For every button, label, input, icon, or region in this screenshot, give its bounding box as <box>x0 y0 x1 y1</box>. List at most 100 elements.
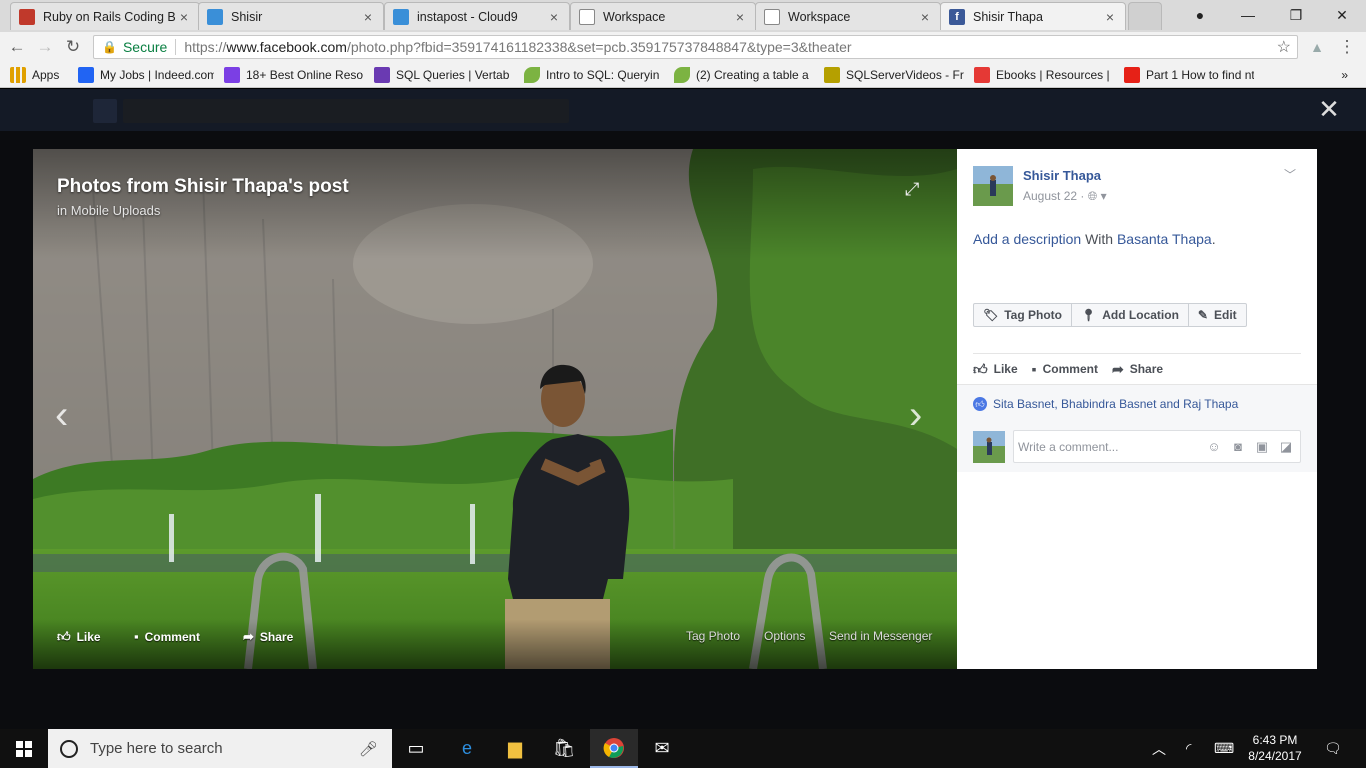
tray-chevron-icon[interactable]: ︿ <box>1152 729 1166 768</box>
photo-album-link[interactable]: in Mobile Uploads <box>57 203 160 218</box>
minimize-button[interactable]: — <box>1228 4 1268 26</box>
comment-input[interactable]: Write a comment... ☺ ◙ ▣ ◪ <box>1013 430 1301 463</box>
secure-label: Secure <box>122 39 168 55</box>
tab-ruby-on-rails[interactable]: Ruby on Rails Coding B × <box>10 2 200 30</box>
previous-photo-icon[interactable]: ‹ <box>55 393 68 438</box>
bookmark-sqlservervideos[interactable]: SQLServerVideos - Fr <box>824 66 964 83</box>
photo-share-button[interactable]: ➦ Share <box>243 629 293 645</box>
reload-icon[interactable]: ↻ <box>62 37 84 57</box>
like-button[interactable]: 👍︎ Like <box>973 361 1018 377</box>
bookmark-label: Intro to SQL: Queryin <box>546 67 660 82</box>
windows-taskbar: Type here to search 🎤︎ ▭ e ▆ 🛍︎ ✉ ︿ ◜ ⌨ … <box>0 729 1366 768</box>
likers-summary[interactable]: 👍︎ Sita Basnet, Bhabindra Basnet and Raj … <box>973 397 1238 411</box>
search-placeholder: Type here to search <box>90 740 223 757</box>
apps-grid-icon <box>10 66 26 83</box>
system-clock[interactable]: 6:43 PM 8/24/2017 <box>1240 732 1310 764</box>
extension-icon[interactable]: ▲ <box>1306 37 1328 57</box>
edit-button[interactable]: ✎ Edit <box>1189 304 1246 326</box>
add-description-link[interactable]: Add a description <box>973 231 1081 247</box>
send-in-messenger-button[interactable]: Send in Messenger <box>829 629 932 643</box>
close-icon[interactable]: × <box>1103 9 1117 25</box>
location-pin-icon: 📍︎ <box>1081 308 1097 322</box>
profile-icon[interactable]: ● <box>1180 4 1220 26</box>
tab-shisir-thapa[interactable]: f Shisir Thapa × <box>940 2 1126 30</box>
window-close-button[interactable]: ✕ <box>1322 4 1362 26</box>
close-icon[interactable]: × <box>733 9 747 25</box>
period: . <box>1211 231 1216 247</box>
more-bookmarks-icon[interactable]: » <box>1341 68 1348 82</box>
emoji-icon[interactable]: ☺ <box>1206 439 1222 455</box>
bookmark-label: SQL Queries | Vertab <box>396 67 510 82</box>
bookmark-ebooks[interactable]: Ebooks | Resources | <box>974 66 1114 83</box>
camera-icon[interactable]: ◙ <box>1230 439 1246 455</box>
menu-icon[interactable]: ⋮ <box>1336 37 1358 57</box>
add-location-button[interactable]: 📍︎ Add Location <box>1072 304 1189 326</box>
bookmark-label: My Jobs | Indeed.com <box>100 67 214 82</box>
tab-instapost[interactable]: instapost - Cloud9 × <box>384 2 570 30</box>
chrome-icon[interactable] <box>590 729 638 768</box>
divider <box>973 353 1301 354</box>
wifi-icon[interactable]: ◜ <box>1186 729 1191 768</box>
notifications-icon[interactable]: 🗨︎ <box>1324 729 1342 768</box>
bookmark-star-icon[interactable]: ☆ <box>1277 37 1291 57</box>
tab-shisir[interactable]: Shisir × <box>198 2 384 30</box>
close-icon[interactable]: × <box>177 9 191 25</box>
author-name-link[interactable]: Shisir Thapa <box>1023 168 1101 183</box>
bookmark-sql-queries[interactable]: SQL Queries | Vertab <box>374 66 514 83</box>
bookmark-indeed[interactable]: My Jobs | Indeed.com <box>78 66 214 83</box>
tab-strip: Ruby on Rails Coding B × Shisir × instap… <box>0 0 1366 32</box>
photo-options-button[interactable]: Options <box>764 629 805 643</box>
like-label: Like <box>76 630 101 644</box>
bookmark-creating-table[interactable]: (2) Creating a table a <box>674 66 814 83</box>
back-icon[interactable]: ← <box>6 37 28 57</box>
taskbar-search[interactable]: Type here to search 🎤︎ <box>48 729 392 768</box>
post-date[interactable]: August 22 · 🌐︎ ▾ <box>1023 189 1107 204</box>
tag-photo-button[interactable]: 🏷︎ Tag Photo <box>974 304 1073 326</box>
file-explorer-icon[interactable]: ▆ <box>491 729 539 768</box>
keyboard-icon[interactable]: ⌨ <box>1214 729 1234 768</box>
cortana-icon <box>60 739 78 758</box>
share-button[interactable]: ➦ Share <box>1112 361 1163 377</box>
next-photo-icon[interactable]: › <box>909 393 922 438</box>
bookmark-apps[interactable]: Apps <box>10 66 68 83</box>
sticker-icon[interactable]: ◪ <box>1278 439 1294 455</box>
lock-icon: 🔒 <box>102 40 117 54</box>
microphone-icon[interactable]: 🎤︎ <box>359 740 378 758</box>
tab-workspace-1[interactable]: Workspace × <box>570 2 756 30</box>
task-view-icon[interactable]: ▭ <box>392 729 440 768</box>
photo-like-button[interactable]: 👍︎ Like <box>57 629 101 645</box>
close-theater-icon[interactable]: ✕ <box>1316 96 1342 122</box>
indeed-icon <box>78 66 94 83</box>
close-icon[interactable]: × <box>918 9 932 25</box>
close-icon[interactable]: × <box>547 9 561 25</box>
forward-icon[interactable]: → <box>34 37 56 57</box>
bookmark-label: (2) Creating a table a <box>696 67 809 82</box>
fullscreen-icon[interactable]: ⤢ <box>905 179 919 200</box>
photo-viewer[interactable]: Photos from Shisir Thapa's post in Mobil… <box>33 149 957 669</box>
author-avatar[interactable] <box>973 166 1013 206</box>
new-tab-button[interactable] <box>1128 2 1162 30</box>
store-icon[interactable]: 🛍︎ <box>540 729 588 768</box>
comment-button[interactable]: ▪ Comment <box>1032 361 1098 377</box>
address-bar[interactable]: 🔒 Secure https://www.facebook.com/photo.… <box>93 35 1298 59</box>
start-button[interactable] <box>0 729 48 768</box>
tag-icon: 🏷︎ <box>983 308 999 322</box>
bookmark-online-resources[interactable]: 18+ Best Online Reso <box>224 66 364 83</box>
mail-icon[interactable]: ✉ <box>638 729 686 768</box>
tagged-person-link[interactable]: Basanta Thapa <box>1117 231 1212 247</box>
tab-workspace-2[interactable]: Workspace × <box>755 2 941 30</box>
chevron-down-icon[interactable]: ﹀ <box>1284 166 1296 183</box>
maximize-button[interactable]: ❐ <box>1276 4 1316 26</box>
comment-label: Comment <box>144 629 200 644</box>
cloud9-icon <box>393 8 409 25</box>
tv-icon <box>824 66 840 83</box>
photo-tag-button[interactable]: Tag Photo <box>686 629 740 643</box>
edge-icon[interactable]: e <box>443 729 491 768</box>
bookmark-intro-sql[interactable]: Intro to SQL: Queryin <box>524 66 664 83</box>
gif-icon[interactable]: ▣ <box>1254 439 1270 455</box>
photo-comment-button[interactable]: ▪ Comment <box>134 629 200 644</box>
bookmark-part1[interactable]: Part 1 How to find nt <box>1124 66 1254 83</box>
bookmark-label: SQLServerVideos - Fr <box>846 67 964 82</box>
v-logo-icon <box>224 66 240 83</box>
close-icon[interactable]: × <box>361 9 375 25</box>
